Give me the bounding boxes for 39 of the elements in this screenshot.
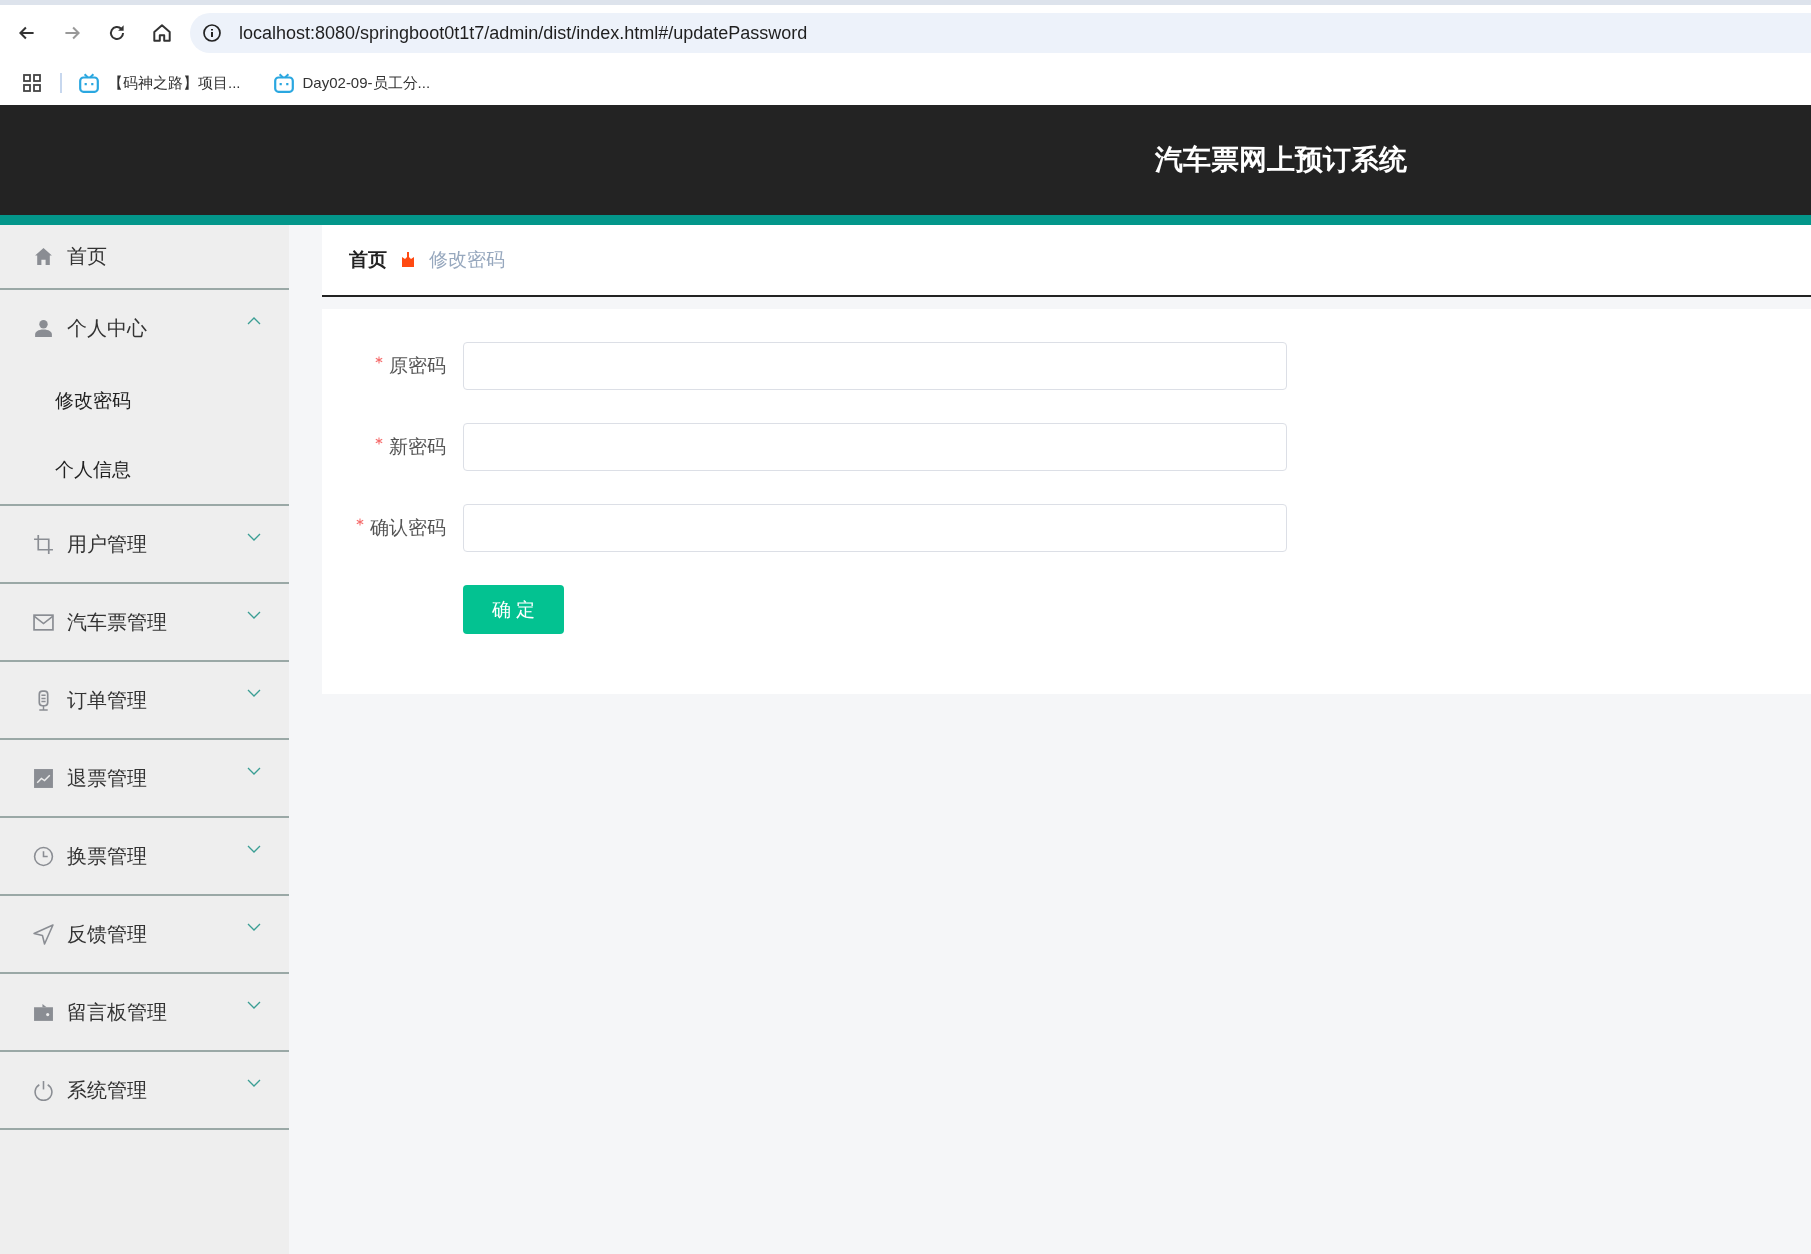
password-field[interactable] bbox=[463, 342, 1287, 390]
menu-item[interactable]: 系统管理 bbox=[0, 1052, 289, 1128]
info-icon[interactable] bbox=[202, 23, 222, 43]
menu-item[interactable]: 退票管理 bbox=[0, 740, 289, 816]
person-icon bbox=[33, 317, 54, 339]
field-label: 确认密码 bbox=[322, 515, 446, 541]
menu-item[interactable]: 用户管理 bbox=[0, 506, 289, 582]
breadcrumb-item[interactable]: 首页 bbox=[349, 247, 387, 273]
tv-icon bbox=[78, 72, 100, 94]
mail-icon bbox=[33, 611, 54, 633]
address-bar[interactable]: localhost:8080/springboot0t1t7/admin/dist/index.html#/updatePassword bbox=[190, 13, 1811, 53]
menu-item[interactable]: 反馈管理 bbox=[0, 896, 289, 972]
field-label: 新密码 bbox=[322, 434, 446, 460]
clock-icon bbox=[33, 845, 54, 867]
menu-item[interactable]: 留言板管理 bbox=[0, 974, 289, 1050]
menu-item[interactable]: 个人中心 bbox=[0, 290, 289, 366]
app-title: 汽车票网上预订系统 bbox=[1154, 143, 1407, 177]
password-field[interactable] bbox=[463, 504, 1287, 552]
home-icon[interactable] bbox=[151, 22, 173, 44]
submenu-item[interactable]: 个人信息 bbox=[0, 435, 289, 504]
menu-item[interactable]: 换票管理 bbox=[0, 818, 289, 894]
chart-icon bbox=[33, 767, 54, 789]
crown-icon bbox=[401, 252, 415, 268]
menu-item[interactable]: 订单管理 bbox=[0, 662, 289, 738]
tv-icon bbox=[272, 72, 295, 94]
bookmark[interactable]: Day02-09-员工分... bbox=[272, 72, 431, 94]
field-label: 原密码 bbox=[322, 353, 446, 379]
menu-item[interactable]: 首页 bbox=[0, 225, 289, 288]
send-icon bbox=[33, 923, 54, 945]
power-icon bbox=[33, 1079, 54, 1101]
password-field[interactable] bbox=[463, 423, 1287, 471]
submenu-item[interactable]: 修改密码 bbox=[0, 366, 289, 435]
bookmark[interactable]: 【码神之路】项目... bbox=[78, 72, 241, 94]
home-icon bbox=[33, 246, 54, 267]
crop-icon bbox=[33, 533, 54, 555]
breadcrumb-item: 修改密码 bbox=[429, 248, 505, 272]
apps-grid-icon[interactable] bbox=[22, 73, 42, 93]
menu-item[interactable]: 汽车票管理 bbox=[0, 584, 289, 660]
wallet-icon bbox=[33, 1001, 54, 1023]
